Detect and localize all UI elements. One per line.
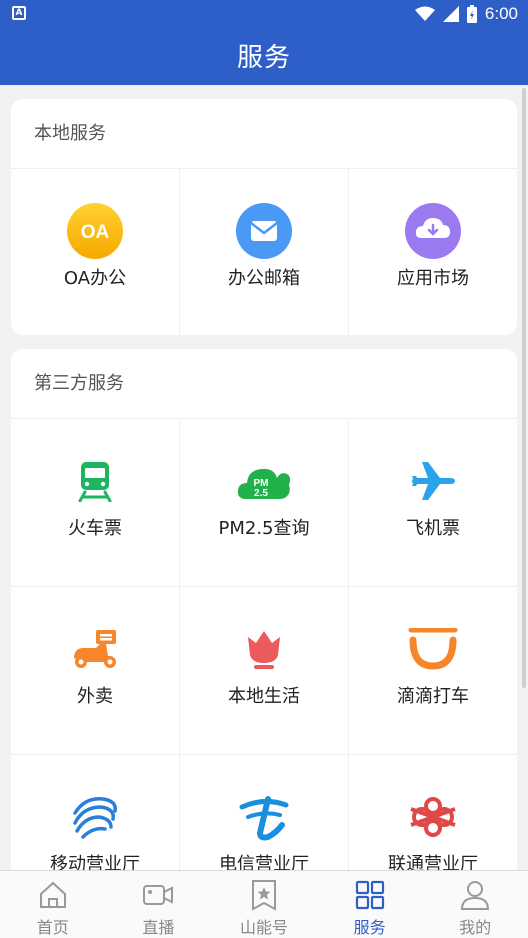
- airplane-icon: [404, 452, 462, 510]
- service-app-market[interactable]: 应用市场: [349, 169, 517, 335]
- oa-icon: OA: [66, 202, 124, 260]
- china-mobile-icon: [66, 788, 124, 846]
- clock: 6:00: [484, 4, 518, 23]
- bookmark-star-icon: [251, 880, 276, 911]
- service-pm25[interactable]: PM 2.5 PM2.5查询: [180, 419, 349, 587]
- page-title: 服务: [236, 43, 291, 73]
- service-flight-tickets[interactable]: 飞机票: [349, 419, 517, 587]
- wifi-icon: [414, 6, 435, 21]
- section-title: 第三方服务: [11, 349, 517, 419]
- service-label: PM2.5查询: [218, 518, 310, 539]
- didi-icon: [404, 620, 462, 678]
- service-train-tickets[interactable]: 火车票: [11, 419, 180, 587]
- tab-label: 服务: [353, 918, 386, 937]
- tab-shanneng[interactable]: 山能号: [211, 871, 317, 938]
- tab-me[interactable]: 我的: [422, 871, 528, 938]
- tab-home[interactable]: 首页: [0, 871, 106, 938]
- third-party-services-card: 第三方服务 火车票 PM 2.5 PM2.5查询 飞机票 外卖 本地生活 滴滴打…: [11, 349, 517, 909]
- service-label: OA办公: [63, 268, 127, 289]
- battery-icon: [466, 5, 477, 23]
- tab-label: 直播: [142, 918, 175, 937]
- tulip-icon: [235, 620, 293, 678]
- app-header: 服务: [0, 28, 528, 85]
- notification-icon: A: [12, 6, 26, 20]
- section-title: 本地服务: [11, 99, 517, 169]
- video-camera-icon: [143, 885, 174, 905]
- china-unicom-icon: [404, 788, 462, 846]
- tab-label: 山能号: [239, 918, 288, 937]
- service-didi[interactable]: 滴滴打车: [349, 587, 517, 755]
- service-label: 应用市场: [397, 268, 469, 289]
- service-local-life[interactable]: 本地生活: [180, 587, 349, 755]
- svg-text:OA: OA: [81, 222, 110, 243]
- local-services-card: 本地服务 OA OA办公 办公邮箱 应用市场: [11, 99, 517, 335]
- china-telecom-icon: [235, 788, 293, 846]
- signal-icon: [442, 6, 459, 22]
- user-icon: [461, 881, 490, 910]
- tab-label: 首页: [36, 918, 69, 937]
- cloud-download-icon: [404, 202, 462, 260]
- tab-live[interactable]: 直播: [106, 871, 212, 938]
- service-label: 办公邮箱: [228, 268, 300, 289]
- home-icon: [39, 881, 66, 908]
- grid-icon: [355, 880, 384, 910]
- service-oa[interactable]: OA OA办公: [11, 169, 180, 335]
- service-label: 火车票: [68, 518, 122, 539]
- pm25-cloud-icon: PM 2.5: [235, 452, 293, 510]
- mail-icon: [235, 202, 293, 260]
- scooter-icon: [66, 620, 124, 678]
- service-label: 飞机票: [406, 518, 460, 539]
- service-label: 外卖: [77, 686, 113, 707]
- service-label: 滴滴打车: [397, 686, 469, 707]
- scrollbar[interactable]: [522, 88, 526, 688]
- svg-text:2.5: 2.5: [254, 488, 268, 499]
- service-takeaway[interactable]: 外卖: [11, 587, 180, 755]
- train-icon: [66, 452, 124, 510]
- tab-services[interactable]: 服务: [317, 871, 423, 938]
- service-label: 本地生活: [228, 686, 300, 707]
- service-mail[interactable]: 办公邮箱: [180, 169, 349, 335]
- bottom-tab-bar: 首页 直播 山能号 服务 我的: [0, 870, 528, 938]
- status-bar: A 6:00: [0, 0, 528, 28]
- tab-label: 我的: [459, 918, 492, 937]
